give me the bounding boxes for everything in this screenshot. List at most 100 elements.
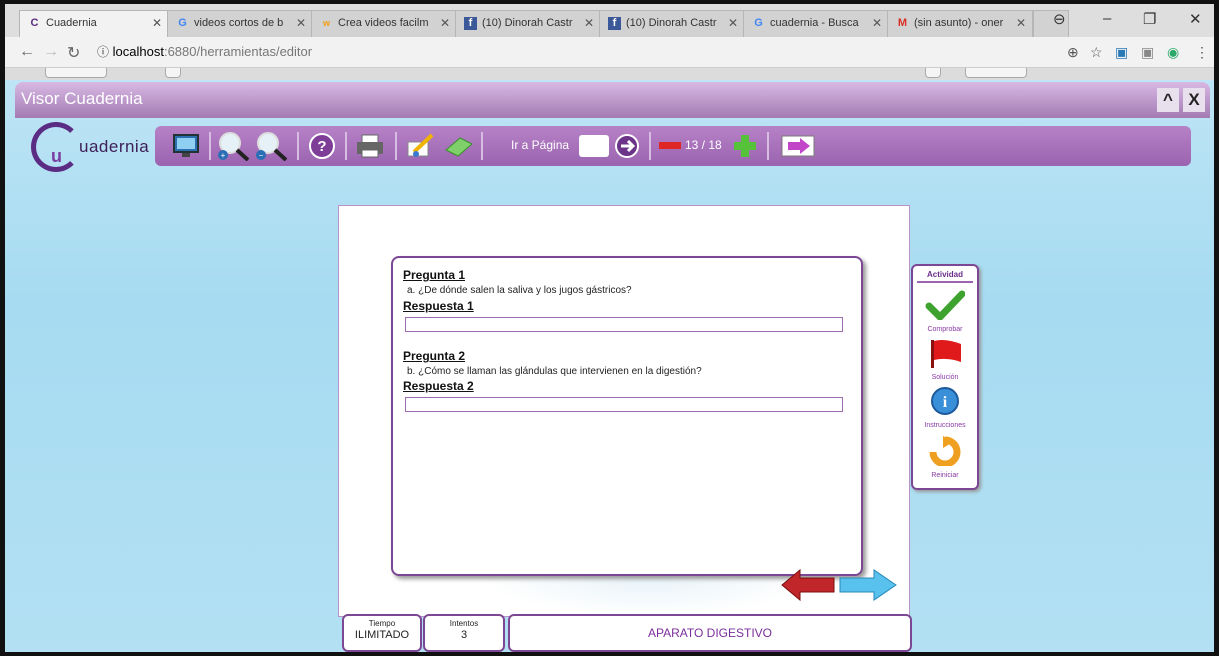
svg-text:+: + <box>221 151 226 160</box>
tab-title: Crea videos facilm <box>338 17 429 29</box>
tab-cuadernia[interactable]: C Cuadernia ✕ <box>19 10 169 37</box>
previous-arrow-icon[interactable] <box>780 568 836 607</box>
check-button[interactable]: Comprobar <box>913 290 977 333</box>
toolbar-separator <box>345 132 347 160</box>
help-icon[interactable]: ? <box>307 131 337 161</box>
activity-panel: Actividad Comprobar Solución i Instrucci… <box>911 264 979 490</box>
question-1-text: a. ¿De dónde salen la saliva y los jugos… <box>407 285 632 296</box>
next-page-plus-icon[interactable] <box>733 131 757 161</box>
goto-page-arrow-icon[interactable] <box>613 131 641 161</box>
close-tab-icon[interactable]: ✕ <box>1016 16 1026 30</box>
extension-icon[interactable]: ▣ <box>1115 44 1128 61</box>
edit-pencil-icon[interactable] <box>403 131 437 161</box>
time-box: Tiempo ILIMITADO <box>342 614 422 652</box>
tab-title: (10) Dinorah Castr <box>626 17 717 29</box>
answer-2-input[interactable] <box>405 397 843 412</box>
tab-facebook-1[interactable]: f (10) Dinorah Castr ✕ <box>455 10 601 37</box>
solution-button[interactable]: Solución <box>913 338 977 381</box>
activity-card: Pregunta 1 a. ¿De dónde salen la saliva … <box>391 256 863 576</box>
close-tab-icon[interactable]: ✕ <box>584 16 594 30</box>
viewer-title: Visor Cuadernia <box>21 89 143 108</box>
tab-videos-cortos[interactable]: G videos cortos de b ✕ <box>167 10 313 37</box>
attempts-value: 3 <box>460 629 468 641</box>
print-icon[interactable] <box>353 131 387 161</box>
tab-facebook-2[interactable]: f (10) Dinorah Castr ✕ <box>599 10 745 37</box>
tab-title: (10) Dinorah Castr <box>482 17 573 29</box>
previous-page-minus-icon[interactable] <box>659 131 681 161</box>
attempts-label: Intentos <box>449 619 479 628</box>
subject-title: APARATO DIGESTIVO <box>508 614 912 652</box>
zoom-in-icon[interactable]: + <box>217 131 251 161</box>
exit-icon[interactable] <box>779 131 819 161</box>
viewer-toolbar: + − ? Ir a Página 13 / 18 <box>155 126 1191 166</box>
url-field[interactable]: ⓘ localhost:6880/herramientas/editor <box>97 41 497 63</box>
toolbar-separator <box>649 132 651 160</box>
strip-tab <box>165 68 181 78</box>
reset-button[interactable]: Reiniciar <box>913 436 977 479</box>
facebook-favicon-icon: f <box>464 17 477 30</box>
tab-cuadernia-search[interactable]: G cuadernia - Busca ✕ <box>743 10 889 37</box>
close-tab-icon[interactable]: ✕ <box>296 16 306 30</box>
tab-title: cuadernia - Busca <box>770 17 859 29</box>
checkmark-icon <box>925 290 966 323</box>
close-tab-icon[interactable]: ✕ <box>728 16 738 30</box>
google-favicon-icon: G <box>178 17 187 29</box>
forward-icon[interactable]: → <box>43 43 59 61</box>
top-strip <box>5 68 1214 80</box>
next-arrow-icon[interactable] <box>838 568 898 607</box>
browser-window: C Cuadernia ✕ G videos cortos de b ✕ w C… <box>5 4 1214 652</box>
close-window-icon[interactable]: ✕ <box>1189 10 1202 28</box>
strip-tab <box>45 68 107 78</box>
question-2-heading: Pregunta 2 <box>403 349 466 363</box>
svg-text:i: i <box>943 394 948 411</box>
time-label: Tiempo <box>368 619 396 628</box>
back-icon[interactable]: ← <box>19 43 35 61</box>
tab-gmail[interactable]: M (sin asunto) - oner ✕ <box>887 10 1033 37</box>
question-1-heading: Pregunta 1 <box>403 268 466 282</box>
close-tab-icon[interactable]: ✕ <box>872 16 882 30</box>
solution-button-label: Solución <box>931 374 959 381</box>
info-icon[interactable]: ⓘ <box>97 45 109 59</box>
tab-title: videos cortos de b <box>194 17 284 29</box>
cuadernia-logo: u uadernia <box>25 120 155 172</box>
fullscreen-monitor-icon[interactable] <box>171 131 201 161</box>
collapse-icon[interactable]: ^ <box>1157 88 1179 112</box>
viewer-titlebar: Visor Cuadernia ^ X <box>15 82 1210 118</box>
red-flag-icon <box>931 340 961 368</box>
page-viewport: Visor Cuadernia ^ X u uadernia + − ? Ir … <box>5 68 1214 652</box>
logo-u-mark: u <box>51 146 62 166</box>
close-tab-icon[interactable]: ✕ <box>440 16 450 30</box>
page-indicator: 13 / 18 <box>685 138 722 152</box>
eraser-icon[interactable] <box>441 131 475 161</box>
time-value: ILIMITADO <box>354 629 410 641</box>
strip-tab <box>925 68 941 78</box>
goto-page-input[interactable] <box>579 135 609 157</box>
zoom-icon[interactable]: ⊕ <box>1067 44 1079 61</box>
restore-icon[interactable]: ❐ <box>1143 10 1156 28</box>
instructions-button[interactable]: i Instrucciones <box>913 386 977 429</box>
close-tab-icon[interactable]: ✕ <box>152 16 162 30</box>
attempts-box: Intentos 3 <box>423 614 505 652</box>
toolbar-separator <box>767 132 769 160</box>
close-viewer-icon[interactable]: X <box>1183 88 1205 112</box>
url-path: :6880/herramientas/editor <box>163 44 313 59</box>
reload-icon[interactable]: ↻ <box>67 43 80 63</box>
answer-1-input[interactable] <box>405 317 843 332</box>
reset-arrow-icon <box>929 436 961 468</box>
menu-icon[interactable]: ⋮ <box>1195 44 1209 61</box>
answer-1-label: Respuesta 1 <box>403 299 474 313</box>
tab-wideo[interactable]: w Crea videos facilm ✕ <box>311 10 457 37</box>
activity-panel-title: Actividad <box>926 270 963 279</box>
gmail-favicon-icon: M <box>897 17 908 29</box>
extension-icon[interactable]: ◉ <box>1167 44 1179 61</box>
google-favicon-icon: G <box>754 17 763 29</box>
bookmark-star-icon[interactable]: ☆ <box>1090 44 1103 61</box>
zoom-out-icon[interactable]: − <box>255 131 289 161</box>
toolbar-separator <box>297 132 299 160</box>
address-bar: ← → ↻ ⓘ localhost:6880/herramientas/edit… <box>5 37 1214 68</box>
profile-icon[interactable]: ⊖ <box>1053 10 1066 28</box>
extension-icon[interactable]: ▣ <box>1141 44 1154 61</box>
answer-2-label: Respuesta 2 <box>403 379 474 393</box>
minimize-icon[interactable]: – <box>1103 10 1111 27</box>
tab-title: Cuadernia <box>46 17 97 29</box>
